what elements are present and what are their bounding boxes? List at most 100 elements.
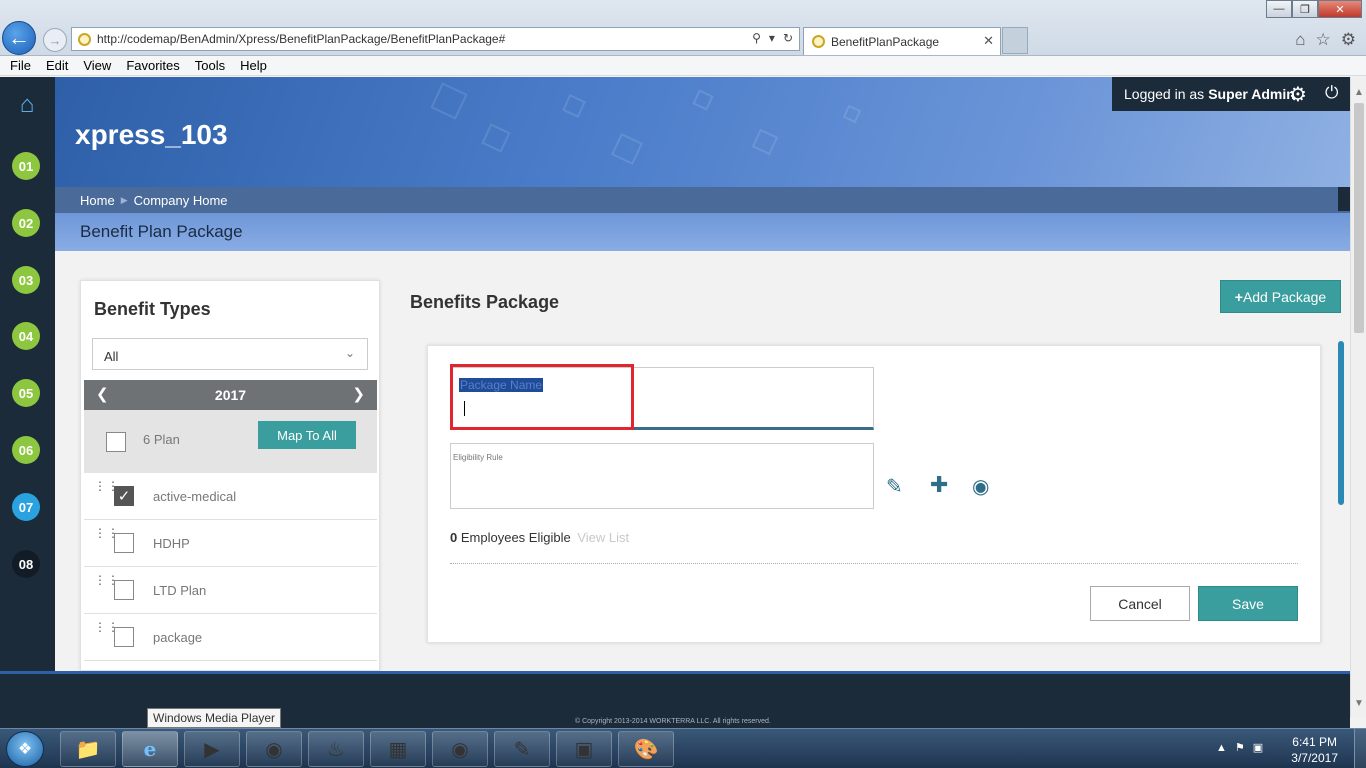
benefit-types-title: Benefit Types (94, 299, 211, 319)
app-flame-icon[interactable]: ♨ (308, 731, 364, 767)
menu-help[interactable]: Help (240, 58, 267, 73)
map-to-all-button[interactable]: Map To All (258, 421, 356, 449)
user-name: Super Admin (1208, 86, 1295, 102)
settings-gear-icon[interactable]: ⚙ (1341, 30, 1356, 50)
step-07[interactable]: 07 (12, 493, 40, 521)
benefits-package-title: Benefits Package (410, 292, 560, 312)
show-desktop-button[interactable] (1354, 729, 1366, 768)
breadcrumb-separator-icon: ▶ (120, 194, 128, 205)
list-item: ⋮⋮ LTD Plan (84, 567, 377, 614)
menu-bar: File Edit View Favorites Tools Help (0, 56, 1366, 76)
eligible-text: Employees Eligible (460, 530, 571, 545)
menu-tools[interactable]: Tools (195, 58, 225, 73)
back-button[interactable]: ← (2, 21, 36, 55)
list-item: ⋮⋮ ✓ active-medical (84, 473, 377, 520)
page-scrollbar[interactable]: ▲ ▼ (1350, 77, 1366, 717)
select-all-checkbox[interactable] (106, 432, 126, 452)
menu-edit[interactable]: Edit (46, 58, 68, 73)
list-item: ⋮⋮ package (84, 614, 377, 661)
browser-tab[interactable]: BenefitPlanPackage ✕ (803, 27, 1001, 55)
banner-decoration (481, 123, 511, 153)
eligibility-rule-label: Eligibility Rule (453, 453, 503, 462)
eye-icon[interactable]: ◉ (972, 474, 989, 499)
step-03[interactable]: 03 (12, 266, 40, 294)
menu-file[interactable]: File (10, 58, 31, 73)
tab-close-icon[interactable]: ✕ (983, 33, 994, 49)
notepad-icon[interactable]: ✎ (494, 731, 550, 767)
user-bar: Logged in as Super Admin ⚙ ⏻ (1112, 77, 1350, 111)
maximize-icon[interactable]: ❐ (1292, 0, 1318, 18)
logged-in-label: Logged in as (1124, 86, 1205, 102)
scroll-down-icon[interactable]: ▼ (1354, 698, 1364, 709)
gear-icon[interactable]: ⚙ (1289, 82, 1307, 107)
banner-decoration (562, 94, 586, 118)
banner-decoration (430, 82, 468, 120)
power-icon[interactable]: ⏻ (1325, 83, 1338, 103)
eligibility-rule-field[interactable]: Eligibility Rule (450, 443, 874, 509)
dropdown-icon[interactable]: ▾ (769, 31, 775, 45)
menu-view[interactable]: View (83, 58, 111, 73)
year-value: 2017 (214, 387, 247, 403)
scroll-up-icon[interactable]: ▲ (1354, 87, 1364, 98)
breadcrumb-company-home[interactable]: Company Home (134, 193, 228, 208)
paint-icon[interactable]: 🎨 (618, 731, 674, 767)
nav-home-icon[interactable]: ⌂ (12, 91, 42, 121)
checkmark-icon: ✓ (117, 488, 131, 505)
plan-checkbox[interactable]: ✓ (114, 486, 134, 506)
step-01[interactable]: 01 (12, 152, 40, 180)
add-package-button[interactable]: + Add Package (1220, 280, 1341, 313)
step-02[interactable]: 02 (12, 209, 40, 237)
pencil-icon[interactable]: ✎ (886, 474, 903, 499)
window-close-icon[interactable]: ✕ (1318, 0, 1362, 18)
firefox-icon[interactable]: ◉ (432, 731, 488, 767)
step-05[interactable]: 05 (12, 379, 40, 407)
clock-date: 3/7/2017 (1291, 751, 1338, 765)
spreadsheet-icon[interactable]: ▦ (370, 731, 426, 767)
banner-decoration (751, 128, 779, 156)
back-arrow-icon: ← (8, 25, 30, 50)
step-04[interactable]: 04 (12, 322, 40, 350)
forward-arrow-icon: → (48, 32, 62, 48)
menu-favorites[interactable]: Favorites (126, 58, 179, 73)
chrome-icon[interactable]: ◉ (246, 731, 302, 767)
chevron-right-icon[interactable]: ❯ (352, 385, 365, 403)
plus-icon[interactable]: ✚ (930, 472, 948, 498)
photo-viewer-icon[interactable]: ▣ (556, 731, 612, 767)
tray-icons[interactable]: ▲⚑▣ (1216, 741, 1271, 754)
favorites-star-icon[interactable]: ☆ (1316, 30, 1331, 50)
plan-name: LTD Plan (153, 583, 207, 598)
file-explorer-icon[interactable]: 📁 (60, 731, 116, 767)
scrollbar-thumb[interactable] (1354, 103, 1364, 333)
save-button[interactable]: Save (1198, 586, 1298, 621)
plan-checkbox[interactable] (114, 580, 134, 600)
address-bar[interactable]: http://codemap/BenAdmin/Xpress/BenefitPl… (71, 27, 800, 51)
view-list-link[interactable]: View List (577, 530, 629, 545)
breadcrumb-home[interactable]: Home (80, 193, 115, 208)
minimize-icon[interactable]: — (1266, 0, 1292, 18)
plan-checkbox[interactable] (114, 627, 134, 647)
cancel-button[interactable]: Cancel (1090, 586, 1190, 621)
breadcrumb-end-cap (1338, 187, 1350, 211)
search-icon[interactable]: ⚲ (752, 31, 761, 45)
plan-name: active-medical (153, 489, 237, 504)
clock-time: 6:41 PM (1292, 735, 1337, 749)
internet-explorer-icon[interactable]: e (122, 731, 178, 767)
card-scrollbar[interactable] (1338, 341, 1344, 505)
tab-favicon-icon (812, 35, 825, 48)
add-package-label: Add Package (1242, 288, 1327, 305)
benefit-type-select[interactable]: All ⌄ (92, 338, 368, 370)
forward-button[interactable]: → (43, 28, 67, 52)
chevron-left-icon[interactable]: ❮ (96, 385, 109, 403)
plan-checkbox[interactable] (114, 533, 134, 553)
start-button[interactable]: ❖ (6, 731, 44, 767)
step-06[interactable]: 06 (12, 436, 40, 464)
clock[interactable]: 6:41 PM 3/7/2017 (1291, 734, 1338, 766)
refresh-icon[interactable]: ↻ (783, 31, 793, 45)
breadcrumb: Home ▶ Company Home (55, 187, 1350, 213)
media-player-icon[interactable]: ▶ (184, 731, 240, 767)
plan-summary-row: 6 Plan Map To All (84, 410, 377, 473)
year-selector: ❮ 2017 ❯ (84, 380, 377, 410)
step-08[interactable]: 08 (12, 550, 40, 578)
home-icon[interactable]: ⌂ (1295, 30, 1305, 50)
new-tab-button[interactable] (1002, 27, 1028, 54)
